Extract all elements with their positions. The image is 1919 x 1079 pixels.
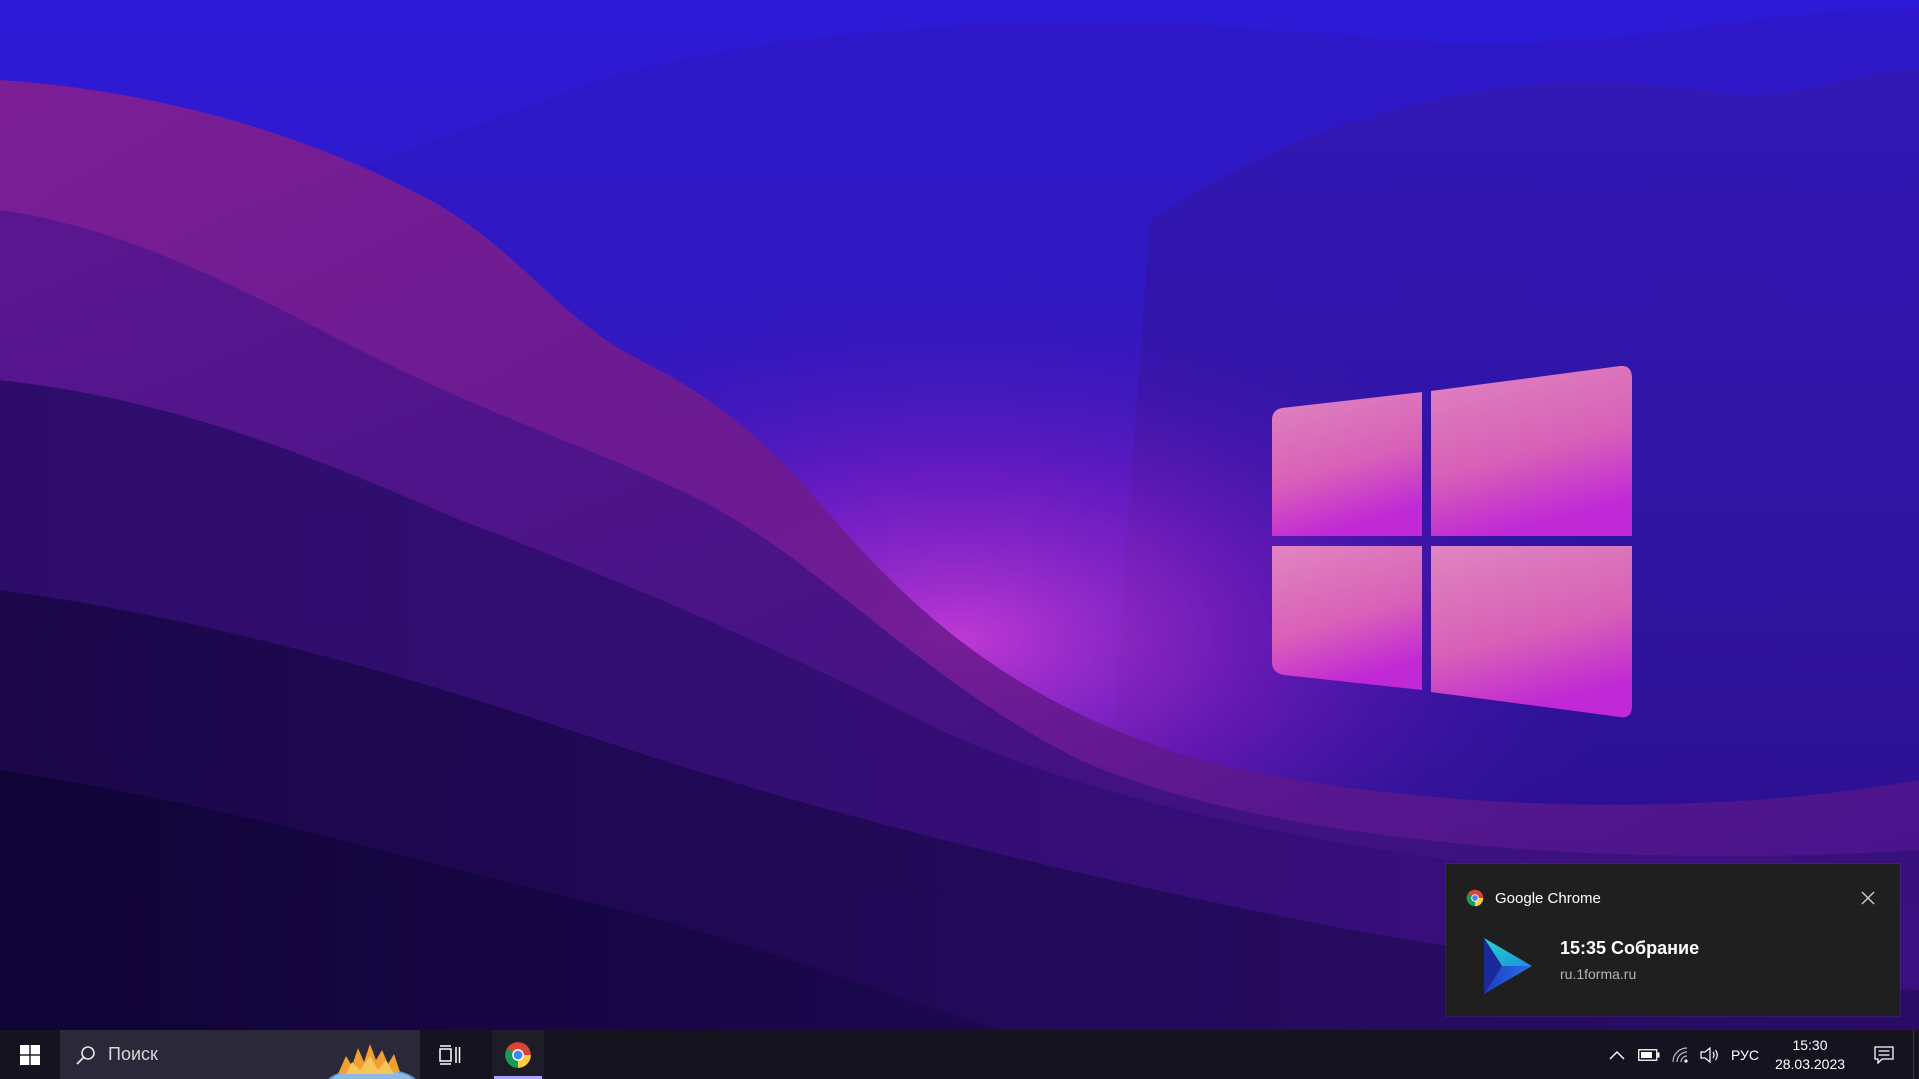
search-box[interactable]: Поиск xyxy=(60,1030,420,1079)
clock-date: 28.03.2023 xyxy=(1774,1055,1846,1072)
clock-button[interactable]: 15:30 28.03.2023 xyxy=(1762,1030,1858,1079)
taskbar-app-chrome[interactable] xyxy=(492,1030,544,1079)
task-view-button[interactable] xyxy=(426,1030,474,1079)
search-highlight-art xyxy=(328,1044,416,1079)
network-button[interactable] xyxy=(1666,1030,1694,1079)
toast-header: Google Chrome xyxy=(1466,886,1601,910)
action-center-icon xyxy=(1874,1045,1894,1064)
chrome-icon xyxy=(505,1041,531,1068)
windows-start-icon xyxy=(20,1044,40,1065)
show-hidden-icons-button[interactable] xyxy=(1604,1030,1630,1079)
chrome-notification-toast[interactable]: Google Chrome 15:35 Собрание ru.1forma.r… xyxy=(1446,864,1900,1016)
toast-close-button[interactable] xyxy=(1856,886,1880,910)
battery-icon xyxy=(1638,1048,1660,1061)
task-view-icon xyxy=(439,1044,461,1065)
toast-source: ru.1forma.ru xyxy=(1560,966,1637,982)
clock-time: 15:30 xyxy=(1792,1036,1828,1053)
input-language-button[interactable]: РУС xyxy=(1728,1030,1762,1079)
input-language: РУС xyxy=(1730,1046,1760,1063)
close-icon xyxy=(1861,891,1875,905)
action-center-button[interactable] xyxy=(1862,1030,1906,1079)
taskbar: Поиск РУС 15:30 28.03.2023 xyxy=(0,1030,1919,1079)
volume-icon xyxy=(1700,1046,1718,1063)
start-button[interactable] xyxy=(0,1030,60,1079)
toast-app-name: Google Chrome xyxy=(1495,889,1601,907)
show-desktop-button[interactable] xyxy=(1913,1030,1919,1079)
wifi-icon xyxy=(1672,1046,1688,1063)
chrome-icon xyxy=(1466,889,1484,907)
volume-button[interactable] xyxy=(1696,1030,1724,1079)
windows-logo xyxy=(1272,365,1632,718)
chevron-up-icon xyxy=(1609,1050,1625,1059)
search-placeholder: Поиск xyxy=(108,1044,158,1064)
toast-title: 15:35 Собрание xyxy=(1560,938,1700,958)
1forma-play-logo-icon xyxy=(1484,938,1532,994)
battery-button[interactable] xyxy=(1634,1030,1664,1079)
search-icon xyxy=(76,1045,95,1065)
